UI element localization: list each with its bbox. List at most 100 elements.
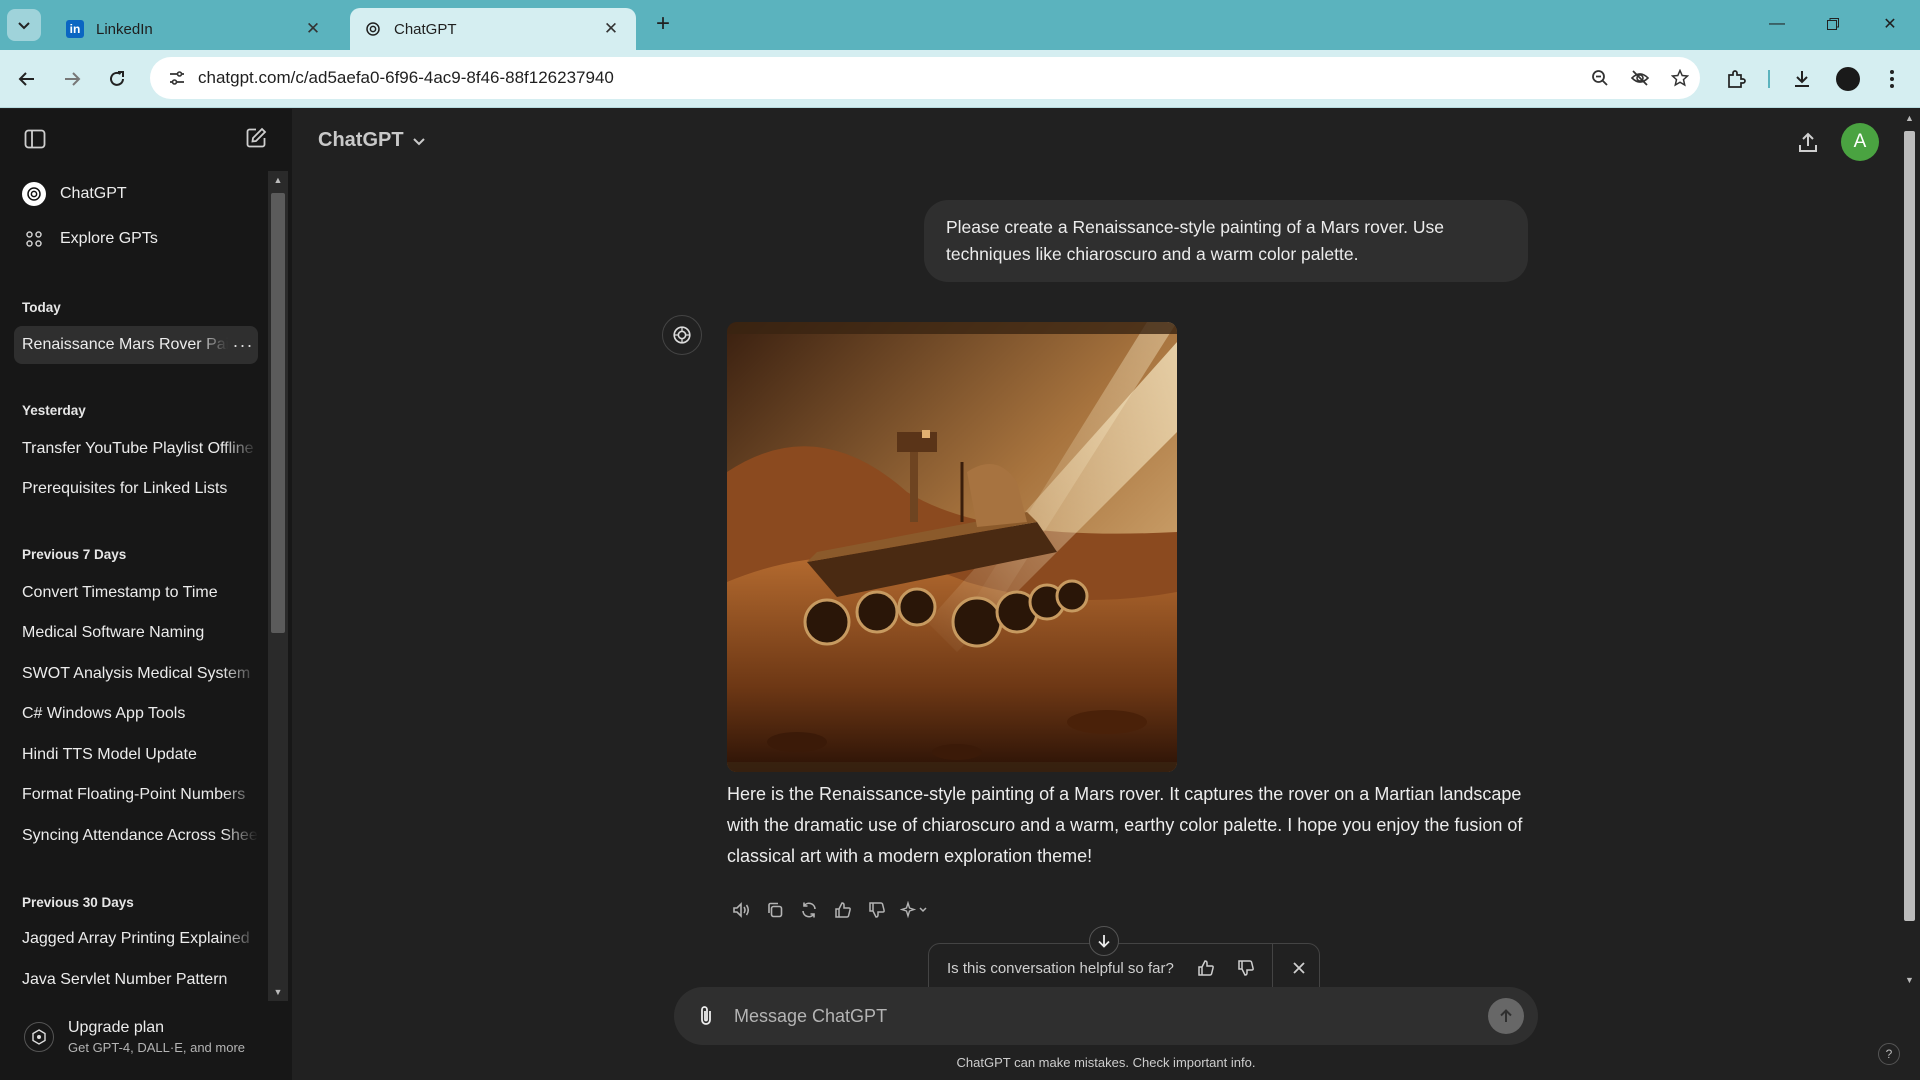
generated-image[interactable] [727,322,1177,772]
downloads-button[interactable] [1786,64,1818,94]
edit-icon [246,127,267,148]
scroll-up-arrow[interactable]: ▲ [272,175,284,185]
message-actions [726,896,938,924]
browser-menu-button[interactable] [1876,64,1908,94]
message-input[interactable] [734,1005,1488,1027]
upgrade-plan-button[interactable]: Upgrade plan Get GPT-4, DALL·E, and more [14,1009,274,1065]
grid-icon [22,227,46,251]
restore-icon [1827,18,1839,30]
profile-button[interactable] [1832,64,1864,94]
model-selector[interactable]: ChatGPT [318,129,426,152]
close-icon [1293,962,1305,974]
scrollbar-thumb[interactable] [1904,131,1915,921]
chat-item[interactable]: Transfer YouTube Playlist Offline [14,430,258,468]
toolbar-divider [1768,70,1770,88]
chat-item[interactable]: SWOT Analysis Medical System [14,655,258,693]
user-message: Please create a Renaissance-style painti… [924,200,1528,282]
chat-item-label: Syncing Attendance Across Sheets [22,827,258,844]
chat-item[interactable]: Medical Software Naming [14,614,258,652]
divider [1272,943,1273,993]
openai-icon [673,326,691,344]
chat-item[interactable]: Hindi TTS Model Update [14,736,258,774]
share-button[interactable] [1792,127,1824,159]
chat-item-label: C# Windows App Tools [22,705,186,722]
star-icon[interactable] [1660,69,1700,87]
user-avatar[interactable]: A [1841,123,1879,161]
tab-linkedin[interactable]: in LinkedIn ✕ [52,8,338,50]
url-text[interactable]: chatgpt.com/c/ad5aefa0-6f96-4ac9-8f46-88… [198,68,1580,88]
model-switch-button[interactable] [896,896,934,924]
chat-item[interactable]: Prerequisites for Linked Lists [14,470,258,508]
message-composer [674,987,1538,1045]
scroll-to-bottom-button[interactable] [1089,926,1119,956]
main-scrollbar[interactable]: ▲ ▼ [1899,109,1920,989]
profile-avatar [1836,67,1860,91]
sidebar-item-explore-gpts[interactable]: Explore GPTs [14,219,264,259]
minimize-button[interactable]: — [1757,8,1797,40]
chat-item-label: SWOT Analysis Medical System [22,665,251,682]
scrollbar-thumb[interactable] [271,193,285,633]
feedback-bar: Is this conversation helpful so far? [928,943,1320,993]
sidebar-scrollbar[interactable]: ▲ ▼ [268,171,288,1001]
copy-button[interactable] [760,896,790,924]
chat-item[interactable]: Java Servlet Number Pattern [14,961,258,999]
chevron-down-icon [18,22,30,30]
tab-title: ChatGPT [394,20,457,38]
site-info-icon[interactable] [156,69,198,87]
reload-button[interactable] [102,64,132,94]
arrow-down-icon [1098,935,1110,948]
new-tab-button[interactable]: + [650,11,676,37]
chat-item[interactable]: Syncing Attendance Across Sheets [14,817,258,855]
zoom-icon[interactable] [1580,69,1620,87]
back-button[interactable] [12,64,42,94]
chat-item-label: Medical Software Naming [22,624,205,641]
scroll-up-arrow[interactable]: ▲ [1903,113,1916,123]
close-feedback-button[interactable] [1279,953,1319,983]
close-tab-icon[interactable]: ✕ [600,19,622,39]
new-chat-button[interactable] [244,126,268,155]
section-yesterday: Yesterday [22,403,86,418]
close-window-button[interactable]: ✕ [1870,8,1910,40]
regenerate-button[interactable] [794,896,824,924]
close-tab-icon[interactable]: ✕ [302,19,324,39]
feedback-thumbs-up-button[interactable] [1186,953,1226,983]
address-bar[interactable]: chatgpt.com/c/ad5aefa0-6f96-4ac9-8f46-88… [150,57,1700,99]
more-vertical-icon [1890,70,1894,88]
chat-item-label: Prerequisites for Linked Lists [22,480,228,497]
sidebar-item-chatgpt[interactable]: ChatGPT [14,174,264,214]
attach-button[interactable] [690,1000,722,1032]
sidebar-toggle-button[interactable] [23,127,47,156]
mars-rover-painting [727,322,1177,772]
download-icon [1795,71,1809,87]
send-button[interactable] [1488,998,1524,1034]
sidebar-item-label: Explore GPTs [60,230,158,247]
feedback-thumbs-down-button[interactable] [1226,953,1266,983]
forward-button[interactable] [57,64,87,94]
chat-item[interactable]: Convert Timestamp to Time [14,574,258,612]
scroll-down-arrow[interactable]: ▼ [1903,975,1916,985]
restore-button[interactable] [1813,8,1853,40]
chat-item[interactable]: Format Floating-Point Numbers [14,776,258,814]
extensions-button[interactable] [1720,64,1752,94]
chat-item-label: Jagged Array Printing Explained [22,930,250,947]
eye-off-icon[interactable] [1620,69,1660,87]
sidebar-toggle-icon [24,129,46,149]
section-previous-7-days: Previous 7 Days [22,547,127,562]
thumbs-up-icon [835,902,851,918]
chat-item[interactable]: Jagged Array Printing Explained [14,920,258,958]
section-previous-30-days: Previous 30 Days [22,895,134,910]
chat-item-label: Renaissance Mars Rover Painting [22,336,228,353]
chat-item[interactable]: C# Windows App Tools [14,695,258,733]
thumbs-up-button[interactable] [828,896,858,924]
help-button[interactable]: ? [1878,1043,1900,1065]
tab-chatgpt[interactable]: ChatGPT ✕ [350,8,636,50]
scroll-down-arrow[interactable]: ▼ [272,987,284,997]
speaker-icon [733,902,750,918]
more-options-icon[interactable]: ··· [228,335,258,356]
chat-item[interactable]: Renaissance Mars Rover Painting ··· [14,326,258,364]
model-name: ChatGPT [318,129,404,151]
tab-search-button[interactable] [7,9,41,41]
browser-tab-strip: in LinkedIn ✕ ChatGPT ✕ + — ✕ [0,0,1920,50]
read-aloud-button[interactable] [726,896,756,924]
thumbs-down-button[interactable] [862,896,892,924]
